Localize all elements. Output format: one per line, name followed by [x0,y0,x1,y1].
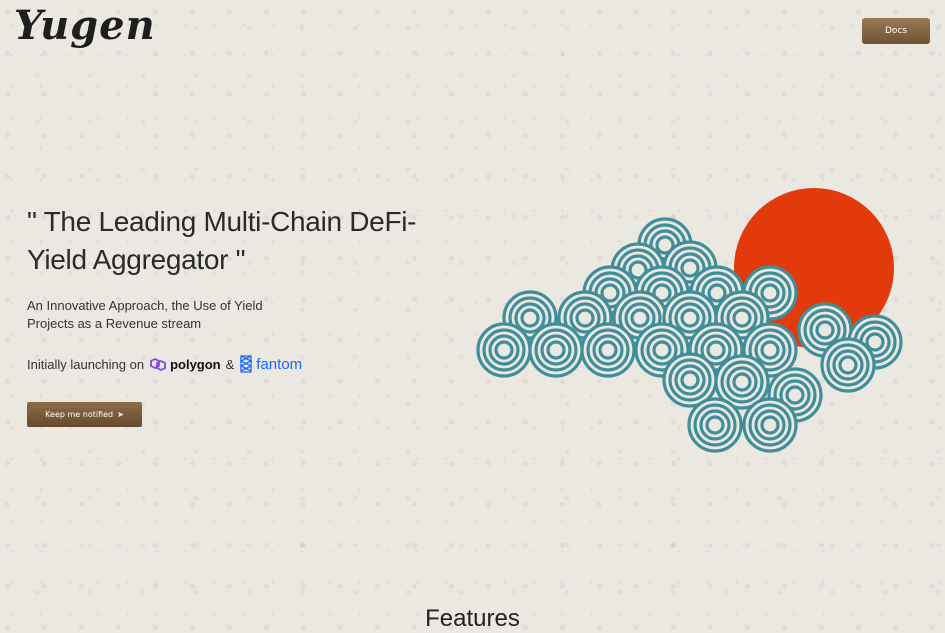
fantom-icon [239,354,253,374]
yugen-logo[interactable]: Yugen [14,2,156,49]
polygon-icon [149,356,167,372]
hero-headline: " The Leading Multi-Chain DeFi-Yield Agg… [27,206,417,275]
hero-subtitle: An Innovative Approach, the Use of Yield… [27,298,263,331]
docs-button[interactable]: Docs [862,18,930,44]
send-icon: ➤ [117,410,124,419]
sun-and-waves-illustration [470,160,910,464]
ampersand: & [225,356,235,372]
launch-prefix: Initially launching on [27,356,145,372]
launch-info: Initially launching on polygon & fantom [27,354,302,374]
keep-me-notified-button[interactable]: Keep me notified ➤ [27,402,142,427]
polygon-label: polygon [170,356,221,372]
notify-label: Keep me notified [45,410,114,419]
features-heading: Features [425,605,520,632]
fantom-label: fantom [256,355,303,373]
